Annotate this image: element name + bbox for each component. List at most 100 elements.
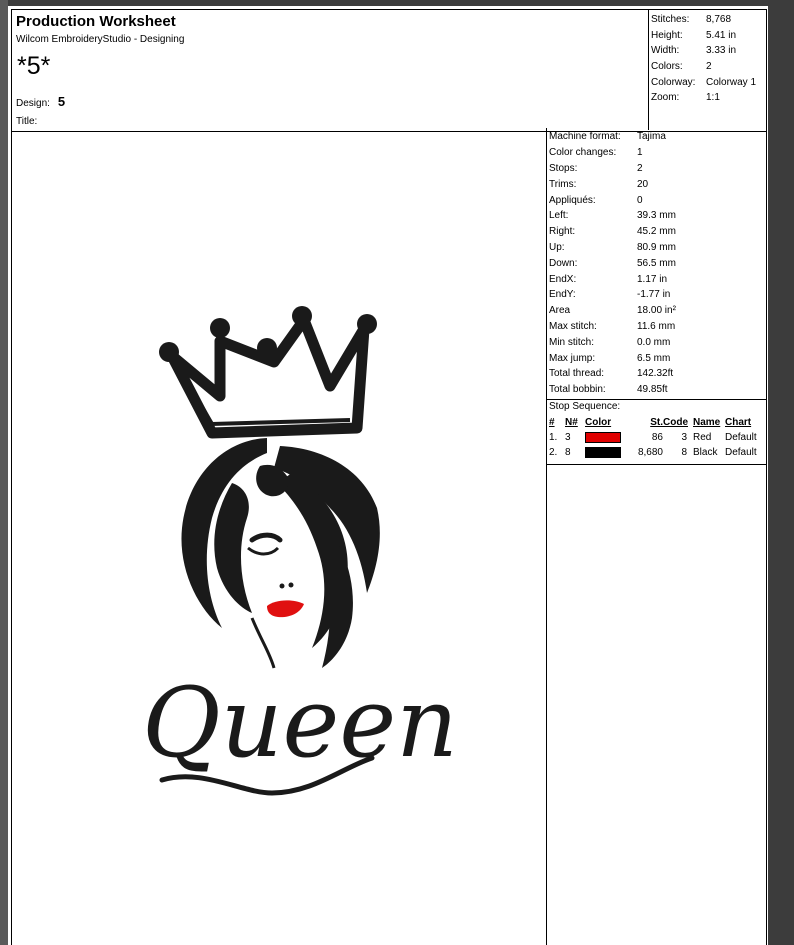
stat-row: EndX: 1.17 in [549, 271, 766, 287]
summary-row: Stitches: 8,768 [651, 12, 766, 28]
summary-row: Colors: 2 [651, 59, 766, 75]
stat-label: Max jump: [549, 352, 596, 364]
stat-label: EndX: [549, 273, 577, 285]
summary-value: 5.41 in [706, 29, 737, 41]
row-name: Black [693, 447, 718, 458]
col-name: Name [693, 417, 721, 428]
viewer-scrollbar-area[interactable] [768, 0, 794, 945]
stat-value: 1.17 in [637, 273, 668, 285]
design-label: Design: [16, 98, 50, 109]
summary-panel: Stitches: 8,768 Height: 5.41 in Width: 3.33… [648, 10, 766, 130]
stat-row: Area 18.00 in² [549, 303, 766, 319]
summary-value: 1:1 [706, 92, 720, 104]
stat-row: Color changes: 1 [549, 145, 766, 161]
stat-row: Trims: 20 [549, 176, 766, 192]
stat-row: Total bobbin: 49.85ft [549, 382, 766, 398]
design-name: *5* [17, 52, 51, 80]
stat-row: Max jump: 6.5 mm [549, 350, 766, 366]
summary-value: 8,768 [706, 14, 732, 26]
stat-label: Area [549, 305, 571, 317]
color-swatch [585, 431, 621, 443]
summary-row: Width: 3.33 in [651, 43, 766, 59]
row-code: 3 [681, 432, 687, 443]
viewer-left-edge [0, 0, 8, 945]
stop-sequence: Stop Sequence: # N# Color St. Code Name … [547, 400, 766, 465]
summary-label: Height: [651, 29, 683, 41]
summary-value: 3.33 in [706, 45, 737, 57]
stat-row: Total thread: 142.32ft [549, 366, 766, 382]
stat-row: Down: 56.5 mm [549, 255, 766, 271]
stat-value: 20 [637, 178, 649, 190]
row-color [585, 431, 633, 443]
summary-row: Zoom: 1:1 [651, 90, 766, 106]
stat-value: 2 [637, 162, 643, 174]
row-chart: Default [725, 432, 757, 443]
row-stitches: 86 [651, 432, 663, 443]
crown-icon [159, 306, 377, 439]
stop-sequence-header: # N# Color St. Code Name Chart [549, 415, 766, 430]
stat-label: Right: [549, 226, 576, 238]
row-num: 1. [549, 432, 558, 443]
stat-label: Up: [549, 241, 565, 253]
stat-row: Min stitch: 0.0 mm [549, 334, 766, 350]
stat-label: Trims: [549, 178, 577, 190]
summary-row: Colorway: Colorway 1 [651, 74, 766, 90]
stat-value: 80.9 mm [637, 241, 676, 253]
table-row: 2. 8 8,680 8 Black Default [549, 445, 766, 460]
stat-value: 142.32ft [637, 368, 674, 380]
stat-value: 1 [637, 147, 643, 159]
row-stitches: 8,680 [637, 447, 663, 458]
stat-value: 11.6 mm [637, 320, 676, 332]
stat-label: Stops: [549, 162, 578, 174]
stat-value: 0 [637, 194, 643, 206]
stat-row: Machine format: Tajima [549, 129, 766, 145]
worksheet-page: Production Worksheet Wilcom EmbroiderySt… [8, 6, 768, 945]
stat-label: Left: [549, 210, 569, 222]
col-code: Code [663, 417, 688, 428]
stat-value: 45.2 mm [637, 226, 676, 238]
summary-label: Colorway: [651, 76, 696, 88]
stat-label: Machine format: [549, 131, 621, 143]
stat-row: Appliqués: 0 [549, 192, 766, 208]
stat-value: Tajima [637, 131, 666, 143]
table-row: 1. 3 86 3 Red Default [549, 430, 766, 445]
hair-icon [181, 438, 380, 668]
design-row: Design: 5 [16, 94, 65, 109]
row-name: Red [693, 432, 712, 443]
stat-label: Max stitch: [549, 320, 597, 332]
stat-label: Down: [549, 257, 578, 269]
queen-text: Queen [142, 667, 458, 796]
row-color [585, 446, 633, 458]
header-info: Production Worksheet Wilcom EmbroiderySt… [12, 10, 648, 130]
stat-value: 6.5 mm [637, 352, 671, 364]
design-value: 5 [57, 94, 66, 109]
stat-label: EndY: [549, 289, 576, 301]
col-color: Color [585, 417, 612, 428]
stat-value: 56.5 mm [637, 257, 676, 269]
summary-label: Colors: [651, 61, 683, 73]
face-icon [247, 532, 304, 669]
color-swatch [585, 446, 621, 458]
stat-row: Stops: 2 [549, 161, 766, 177]
software-name: Wilcom EmbroideryStudio - Designing [16, 34, 185, 45]
stat-label: Color changes: [549, 147, 617, 159]
title-label: Title: [16, 116, 38, 127]
stat-value: 18.00 in² [637, 305, 676, 317]
summary-label: Width: [651, 45, 680, 57]
stat-value: 49.85ft [637, 384, 668, 396]
stat-label: Min stitch: [549, 336, 595, 348]
worksheet-title: Production Worksheet [16, 13, 176, 30]
summary-label: Zoom: [651, 92, 680, 104]
col-num: # [549, 417, 555, 428]
row-needle: 8 [565, 447, 571, 458]
embroidery-artwork: Queen [142, 306, 458, 796]
col-stitches: St. [650, 417, 663, 428]
worksheet-header: Production Worksheet Wilcom EmbroiderySt… [11, 9, 767, 132]
worksheet-body: Queen Machine format: Tajima Color change… [11, 128, 767, 945]
summary-value: Colorway 1 [706, 76, 757, 88]
summary-label: Stitches: [651, 14, 690, 26]
stat-row: Up: 80.9 mm [549, 240, 766, 256]
stat-value: 39.3 mm [637, 210, 676, 222]
stat-row: Max stitch: 11.6 mm [549, 319, 766, 335]
design-preview: Queen [12, 128, 547, 945]
